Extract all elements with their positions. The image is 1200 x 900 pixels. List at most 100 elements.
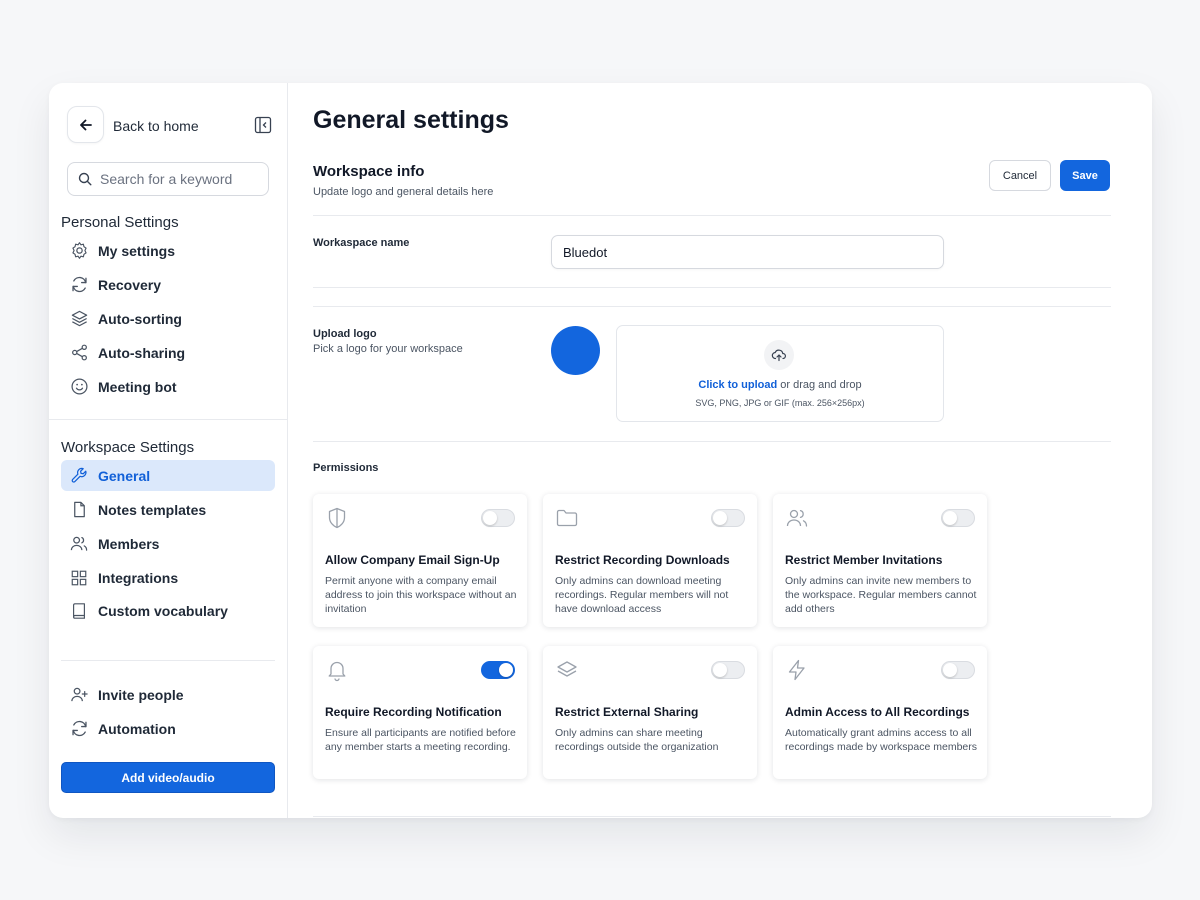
page-title: General settings (313, 106, 509, 134)
sidebar-item-invite-people[interactable]: Invite people (61, 679, 275, 710)
sidebar-item-label: Automation (98, 720, 176, 737)
grid-icon (69, 568, 89, 588)
cancel-button[interactable]: Cancel (989, 160, 1051, 191)
sidebar-item-label: Custom vocabulary (98, 602, 228, 619)
permission-toggle[interactable] (711, 509, 745, 527)
section-divider (313, 816, 1111, 817)
sidebar-item-label: Recovery (98, 276, 162, 293)
arrow-left-icon (79, 119, 92, 130)
main-content: General settings Workspace info Update l… (289, 83, 1152, 818)
upload-logo-label: Upload logo (313, 328, 377, 340)
workspace-name-label: Workaspace name (313, 237, 410, 249)
sidebar-item-auto-sharing[interactable]: Auto-sharing (61, 337, 275, 368)
section-divider (313, 306, 1111, 307)
card-description: Automatically grant admins access to all… (785, 727, 977, 753)
upload-logo-sublabel: Pick a logo for your workspace (313, 343, 463, 355)
workspace-logo (551, 326, 600, 375)
users-icon (786, 509, 808, 527)
folder-icon (556, 509, 578, 527)
toggle-knob (483, 511, 497, 525)
sidebar-item-general[interactable]: General (61, 460, 275, 491)
toggle-knob (943, 511, 957, 525)
toggle-knob (713, 511, 727, 525)
sidebar-collapse-icon[interactable] (254, 116, 272, 134)
permission-card-member-invitations: Restrict Member Invitations Only admins … (773, 494, 987, 627)
user-plus-icon (69, 685, 89, 705)
workspace-info-title: Workspace info (313, 163, 425, 180)
layers-icon (557, 661, 577, 677)
permission-toggle[interactable] (481, 509, 515, 527)
permission-toggle[interactable] (941, 509, 975, 527)
upload-instructions: Click to upload or drag and drop (617, 379, 943, 391)
sidebar-divider (49, 419, 288, 420)
sidebar-item-recovery[interactable]: Recovery (61, 269, 275, 300)
sidebar-item-label: Meeting bot (98, 378, 177, 395)
section-divider (313, 287, 1111, 288)
save-button[interactable]: Save (1060, 160, 1110, 191)
sidebar-divider (61, 660, 275, 661)
sidebar-item-label: Notes templates (98, 501, 207, 518)
card-description: Only admins can invite new members to th… (785, 575, 977, 615)
sidebar-item-meeting-bot[interactable]: Meeting bot (61, 371, 275, 402)
card-title: Admin Access to All Recordings (785, 705, 970, 719)
section-divider (313, 441, 1111, 442)
gear-icon (69, 241, 89, 261)
permission-card-email-signup: Allow Company Email Sign-Up Permit anyon… (313, 494, 527, 627)
add-video-audio-button[interactable]: Add video/audio (61, 762, 275, 793)
permission-card-recording-notification: Require Recording Notification Ensure al… (313, 646, 527, 779)
permission-card-recording-downloads: Restrict Recording Downloads Only admins… (543, 494, 757, 627)
sidebar-item-custom-vocabulary[interactable]: Custom vocabulary (61, 595, 275, 626)
workspace-settings-heading: Workspace Settings (61, 439, 195, 456)
sidebar-item-members[interactable]: Members (61, 528, 275, 559)
sidebar-item-label: My settings (98, 242, 176, 259)
sidebar-item-auto-sorting[interactable]: Auto-sorting (61, 303, 275, 334)
card-title: Require Recording Notification (325, 705, 502, 719)
search-box[interactable] (67, 162, 269, 196)
sidebar-item-label: Invite people (98, 686, 184, 703)
refresh-icon (69, 719, 89, 739)
upload-drag-text: or drag and drop (777, 379, 862, 391)
wrench-icon (69, 466, 89, 486)
workspace-name-input[interactable] (551, 235, 944, 269)
sidebar-item-label: Auto-sharing (98, 344, 186, 361)
sidebar-item-label: Auto-sorting (98, 310, 182, 327)
settings-window: Back to home Personal Settings My settin… (49, 83, 1152, 818)
back-to-home-link[interactable]: Back to home (113, 118, 199, 134)
smile-icon (69, 377, 89, 397)
workspace-info-subtitle: Update logo and general details here (313, 186, 494, 198)
section-divider (313, 215, 1111, 216)
personal-settings-heading: Personal Settings (61, 214, 179, 231)
upload-dropzone[interactable]: Click to upload or drag and drop SVG, PN… (616, 325, 944, 422)
layers-icon (69, 309, 89, 329)
permission-card-external-sharing: Restrict External Sharing Only admins ca… (543, 646, 757, 779)
permission-card-admin-access: Admin Access to All Recordings Automatic… (773, 646, 987, 779)
click-to-upload-link[interactable]: Click to upload (698, 379, 777, 391)
sidebar-item-label: Members (98, 535, 160, 552)
card-description: Permit anyone with a company email addre… (325, 575, 517, 615)
card-description: Ensure all participants are notified bef… (325, 727, 516, 753)
refresh-icon (69, 275, 89, 295)
permission-toggle[interactable] (711, 661, 745, 679)
card-title: Restrict Member Invitations (785, 553, 943, 567)
file-icon (69, 500, 89, 520)
search-icon (78, 172, 92, 186)
bell-icon (328, 661, 346, 682)
card-description: Only admins can share meeting recordings… (555, 727, 719, 753)
card-description: Only admins can download meeting recordi… (555, 575, 729, 615)
sidebar: Back to home Personal Settings My settin… (49, 83, 288, 818)
sidebar-item-my-settings[interactable]: My settings (61, 235, 275, 266)
sidebar-item-notes-templates[interactable]: Notes templates (61, 494, 275, 525)
search-input[interactable] (100, 171, 260, 187)
lightning-icon (788, 659, 805, 681)
permission-toggle[interactable] (481, 661, 515, 679)
sidebar-item-integrations[interactable]: Integrations (61, 562, 275, 593)
permission-toggle[interactable] (941, 661, 975, 679)
shield-icon (328, 507, 346, 529)
card-title: Allow Company Email Sign-Up (325, 553, 500, 567)
users-icon (69, 534, 89, 554)
sidebar-item-automation[interactable]: Automation (61, 713, 275, 744)
upload-format-note: SVG, PNG, JPG or GIF (max. 256×256px) (695, 398, 865, 408)
back-button[interactable] (67, 106, 104, 143)
card-title: Restrict Recording Downloads (555, 553, 730, 567)
toggle-knob (943, 663, 957, 677)
